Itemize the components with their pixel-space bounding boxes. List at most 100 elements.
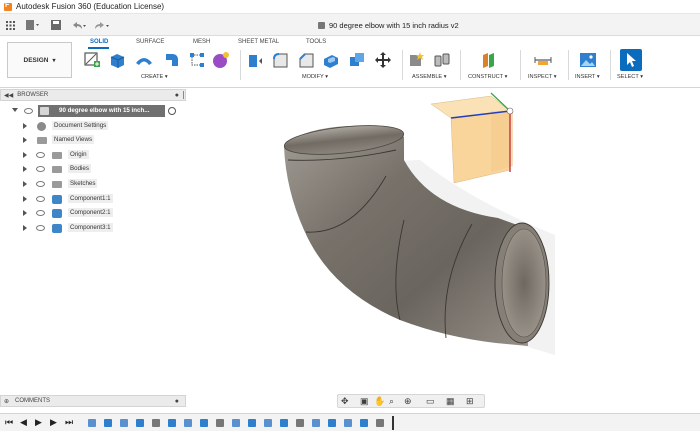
insert-image-icon[interactable]: [579, 51, 597, 69]
workspace-switcher[interactable]: DESIGN ▾: [7, 42, 72, 78]
timeline-feature-icon[interactable]: [136, 419, 144, 427]
timeline-feature-icon[interactable]: [328, 419, 336, 427]
redo-icon[interactable]: [93, 18, 111, 32]
undo-icon[interactable]: [70, 18, 88, 32]
expand-arrow-icon[interactable]: [23, 152, 27, 158]
expand-arrow-icon[interactable]: [12, 108, 18, 112]
insert-group-label[interactable]: INSERT ▾: [575, 74, 600, 80]
display-settings-icon[interactable]: ▭: [426, 396, 435, 407]
expand-comments-icon[interactable]: ⊕: [4, 398, 9, 405]
timeline-feature-icon[interactable]: [296, 419, 304, 427]
visibility-eye-icon[interactable]: [24, 108, 33, 114]
expand-arrow-icon[interactable]: [23, 123, 27, 129]
elbow-model[interactable]: [186, 89, 700, 395]
inspect-group-label[interactable]: INSPECT ▾: [528, 74, 557, 80]
comments-pin-icon[interactable]: ●: [175, 398, 179, 405]
tab-sheet-metal[interactable]: SHEET METAL: [238, 39, 279, 45]
orbit-icon[interactable]: ✥: [341, 396, 349, 407]
modify-group-label[interactable]: MODIFY ▾: [302, 74, 328, 80]
visibility-eye-icon[interactable]: [36, 152, 45, 158]
combine-icon[interactable]: [348, 51, 366, 69]
timeline-feature-icon[interactable]: [360, 419, 368, 427]
look-at-icon[interactable]: ▣: [360, 396, 369, 407]
select-icon[interactable]: [620, 49, 642, 71]
tab-tools[interactable]: TOOLS: [306, 39, 326, 45]
new-component-icon[interactable]: [408, 51, 426, 69]
extrude-icon[interactable]: [108, 51, 126, 69]
browser-item-origin[interactable]: Origin: [0, 149, 186, 162]
viewcube[interactable]: [430, 92, 514, 184]
tab-mesh[interactable]: MESH: [193, 39, 210, 45]
browser-item-bodies[interactable]: Bodies: [0, 163, 186, 176]
browser-item-component1[interactable]: Component1:1: [0, 193, 186, 206]
expand-arrow-icon[interactable]: [23, 225, 27, 231]
move-icon[interactable]: [374, 51, 392, 69]
shell-icon[interactable]: [322, 51, 340, 69]
browser-root-row[interactable]: 90 degree elbow with 15 inch...: [0, 105, 186, 118]
browser-pin-icon[interactable]: ●: [175, 92, 179, 99]
timeline-feature-icon[interactable]: [312, 419, 320, 427]
tab-solid[interactable]: SOLID: [90, 39, 108, 45]
timeline-marker[interactable]: [392, 416, 394, 430]
timeline-feature-icon[interactable]: [200, 419, 208, 427]
step-back-icon[interactable]: ◀: [20, 417, 27, 428]
revolve-icon[interactable]: [135, 51, 153, 69]
browser-item-sketches[interactable]: Sketches: [0, 178, 186, 191]
grid-settings-icon[interactable]: ▦: [446, 396, 455, 407]
comments-panel-header[interactable]: ⊕ COMMENTS ●: [0, 395, 186, 407]
timeline-feature-icon[interactable]: [344, 419, 352, 427]
browser-item-component3[interactable]: Component3:1: [0, 222, 186, 235]
browser-item-named-views[interactable]: Named Views: [0, 134, 186, 147]
timeline-feature-icon[interactable]: [168, 419, 176, 427]
file-menu-icon[interactable]: [24, 18, 42, 32]
expand-arrow-icon[interactable]: [23, 196, 27, 202]
visibility-eye-icon[interactable]: [36, 166, 45, 172]
step-forward-icon[interactable]: ▶: [50, 417, 57, 428]
save-icon[interactable]: [49, 18, 63, 32]
collapse-browser-icon[interactable]: ◀◀: [4, 92, 13, 99]
document-tab[interactable]: 90 degree elbow with 15 inch radius v2: [318, 17, 459, 33]
pan-icon[interactable]: ✋: [374, 396, 385, 407]
fit-icon[interactable]: ⊕: [404, 396, 412, 407]
construct-group-label[interactable]: CONSTRUCT ▾: [468, 74, 507, 80]
tab-surface[interactable]: SURFACE: [136, 39, 164, 45]
play-icon[interactable]: ▶: [35, 417, 42, 428]
browser-item-component2[interactable]: Component2:1: [0, 207, 186, 220]
expand-arrow-icon[interactable]: [23, 166, 27, 172]
create-form-icon[interactable]: [212, 51, 230, 69]
select-group-label[interactable]: SELECT ▾: [617, 74, 643, 80]
timeline-feature-icon[interactable]: [376, 419, 384, 427]
timeline-feature-icon[interactable]: [280, 419, 288, 427]
timeline-feature-icon[interactable]: [88, 419, 96, 427]
timeline-feature-icon[interactable]: [264, 419, 272, 427]
timeline-feature-icon[interactable]: [216, 419, 224, 427]
browser-panel-header[interactable]: ◀◀ BROWSER ●: [0, 89, 186, 101]
visibility-eye-icon[interactable]: [36, 210, 45, 216]
offset-plane-icon[interactable]: [480, 51, 498, 69]
visibility-eye-icon[interactable]: [36, 196, 45, 202]
create-sketch-icon[interactable]: [83, 51, 101, 69]
visibility-eye-icon[interactable]: [36, 225, 45, 231]
timeline-feature-icon[interactable]: [104, 419, 112, 427]
go-to-start-icon[interactable]: ⏮: [5, 417, 13, 428]
press-pull-icon[interactable]: [246, 51, 264, 69]
timeline-feature-icon[interactable]: [152, 419, 160, 427]
create-group-label[interactable]: CREATE ▾: [141, 74, 168, 80]
joint-icon[interactable]: [433, 51, 451, 69]
expand-arrow-icon[interactable]: [23, 137, 27, 143]
timeline-feature-icon[interactable]: [120, 419, 128, 427]
assemble-group-label[interactable]: ASSEMBLE ▾: [412, 74, 447, 80]
zoom-icon[interactable]: ⌕: [389, 396, 394, 407]
chamfer-icon[interactable]: [297, 51, 315, 69]
measure-icon[interactable]: [534, 51, 552, 69]
expand-arrow-icon[interactable]: [23, 210, 27, 216]
fillet-icon[interactable]: [271, 51, 289, 69]
app-grid-icon[interactable]: [3, 18, 17, 32]
expand-arrow-icon[interactable]: [23, 181, 27, 187]
canvas-viewport[interactable]: [186, 89, 700, 395]
browser-item-document-settings[interactable]: Document Settings: [0, 120, 186, 133]
activate-radio-icon[interactable]: [168, 107, 176, 115]
sweep-icon[interactable]: [163, 51, 181, 69]
viewports-icon[interactable]: ⊞: [466, 396, 474, 407]
timeline-feature-icon[interactable]: [184, 419, 192, 427]
